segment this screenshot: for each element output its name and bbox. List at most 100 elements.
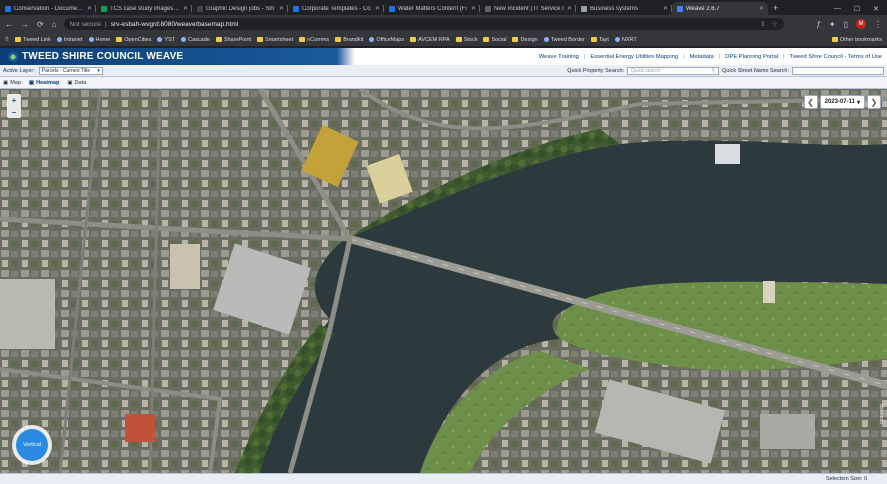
tab-close-icon[interactable]: ✕ xyxy=(759,5,764,12)
other-bookmarks[interactable]: Other bookmarks xyxy=(831,37,882,43)
browser-tab[interactable]: Water Matters Content (Fi ✕ xyxy=(384,2,480,15)
bookmark-favicon-icon xyxy=(157,37,163,42)
bookmark-item[interactable]: Intranet xyxy=(56,37,83,43)
bookmark-item[interactable]: YST xyxy=(157,37,175,43)
tab-close-icon[interactable]: ✕ xyxy=(375,5,380,12)
folder-icon xyxy=(512,37,519,42)
quick-property-label: Quick Property Search: xyxy=(567,67,625,74)
tab-close-icon[interactable]: ✕ xyxy=(183,5,188,12)
bookmark-item[interactable]: Tweed Border xyxy=(543,37,585,43)
profile-avatar[interactable]: M xyxy=(856,19,866,29)
tab-close-icon[interactable]: ✕ xyxy=(663,5,668,12)
close-window-icon[interactable]: ✕ xyxy=(873,5,879,13)
vertical-view-button[interactable]: Vertical xyxy=(12,425,52,465)
tab-favicon-icon xyxy=(677,5,683,12)
url-text[interactable]: srv-esbah-wvgrd:8080/weave/basemap.html xyxy=(111,21,239,28)
view-tab-heatmap[interactable]: ▣ Heatmap xyxy=(29,80,59,86)
bookmark-item[interactable]: Social xyxy=(483,37,506,43)
browser-tab[interactable]: Conservation - Documents ✕ xyxy=(0,2,96,15)
bookmark-item[interactable]: Stock xyxy=(455,37,477,43)
browser-tab[interactable]: Weave 2.6.7 ✕ xyxy=(672,2,768,15)
back-icon[interactable]: ← xyxy=(5,20,13,29)
bookmark-label: nComms xyxy=(307,36,330,43)
bookmark-item[interactable]: Home xyxy=(88,37,110,43)
nav-buttons: ← → ⟳ ⌂ xyxy=(5,20,57,29)
bookmark-label: Cascade xyxy=(188,36,210,43)
bookmark-item[interactable]: OpenCities xyxy=(116,37,151,43)
quick-street-input[interactable] xyxy=(792,66,884,75)
tab-close-icon[interactable]: ✕ xyxy=(87,5,92,12)
tab-favicon-icon xyxy=(581,5,587,12)
bookmark-item[interactable]: Design xyxy=(512,37,538,43)
prev-date-icon[interactable]: ❮ xyxy=(803,95,818,109)
apps-grid-icon[interactable]: ⠿ xyxy=(5,37,9,43)
browser-tab[interactable]: Corporate Templates - Co ✕ xyxy=(288,2,384,15)
tab-close-icon[interactable]: ✕ xyxy=(567,5,572,12)
bookmark-star-icon[interactable]: ☆ xyxy=(772,20,778,28)
security-indicator[interactable]: Not secure xyxy=(70,21,101,28)
date-select[interactable]: 2023-07-11 ▾ xyxy=(819,95,865,109)
search-icon[interactable]: ⚲ xyxy=(711,68,715,74)
map-icon: ▣ xyxy=(3,79,9,86)
bookmark-item[interactable]: AVCEM RPA xyxy=(410,37,450,43)
bookmark-item[interactable]: SharePoint xyxy=(215,36,252,43)
browser-tab[interactable]: Graphic Design jobs - Sm ✕ xyxy=(192,2,288,15)
bookmark-label: SharePoint xyxy=(223,36,252,43)
extension-icon[interactable]: ƒ xyxy=(816,20,820,29)
next-date-icon[interactable]: ❯ xyxy=(867,95,881,109)
top-link[interactable]: Tweed Shire Council - Terms of Use xyxy=(790,54,882,60)
tab-close-icon[interactable]: ✕ xyxy=(471,5,476,12)
bookmark-favicon-icon xyxy=(88,37,94,42)
bookmark-favicon-icon xyxy=(543,37,549,42)
view-tab-map[interactable]: ▣ Map xyxy=(3,80,21,86)
reload-icon[interactable]: ⟳ xyxy=(37,20,44,29)
active-layer-select[interactable]: Parcels - Current Title ▾ xyxy=(38,66,103,75)
aerial-imagery xyxy=(0,89,887,473)
new-tab-button[interactable]: + xyxy=(773,2,778,15)
selection-size: Selection Size: 0 xyxy=(826,476,867,482)
maximize-icon[interactable]: ☐ xyxy=(854,5,860,13)
data-icon: ▣ xyxy=(67,79,73,86)
menu-kebab-icon[interactable]: ⋮ xyxy=(874,20,882,29)
heatmap-icon: ▣ xyxy=(28,79,35,86)
bookmark-label: YST xyxy=(164,36,176,43)
quick-property-input[interactable]: Quick search ⚲ xyxy=(627,66,720,75)
extensions-puzzle-icon[interactable]: ✦ xyxy=(829,20,836,29)
bookmark-label: Social xyxy=(491,36,507,43)
bookmark-item[interactable]: Smartsheet xyxy=(257,37,293,43)
top-link[interactable]: Essential Energy Utilities Mapping xyxy=(590,54,678,60)
omnibox[interactable]: Not secure | srv-esbah-wvgrd:8080/weave/… xyxy=(63,18,784,30)
bookmark-item[interactable]: nComms xyxy=(299,37,329,43)
bookmark-item[interactable]: Tayt xyxy=(590,37,609,43)
share-icon[interactable]: ⇪ xyxy=(760,20,765,28)
browser-tab[interactable]: TCS case study images.sdar ✕ xyxy=(96,2,192,15)
tab-label: Conservation - Documents xyxy=(14,5,84,12)
link-separator: | xyxy=(783,53,785,60)
tab-label: New Incident | IT Service I xyxy=(494,5,564,12)
bookmark-label: Brandkit xyxy=(343,36,364,43)
zoom-in-icon[interactable]: + xyxy=(12,96,17,105)
minimize-icon[interactable]: — xyxy=(834,5,841,12)
home-icon[interactable]: ⌂ xyxy=(52,20,57,29)
bookmark-item[interactable]: OfficeMaps xyxy=(369,37,404,43)
sidebar-icon[interactable]: ▯ xyxy=(844,20,848,29)
top-link[interactable]: Metadata xyxy=(690,54,714,60)
top-link[interactable]: Weave Training xyxy=(539,54,579,60)
browser-tab[interactable]: Business systems ✕ xyxy=(576,2,672,15)
aerial-map[interactable]: + − ❮ 2023-07-11 ▾ ❯ Vertical nearmap xyxy=(0,89,887,473)
view-tab-data[interactable]: ▣ Data xyxy=(67,80,86,86)
status-bar: Selection Size: 0 xyxy=(0,473,887,484)
zoom-out-icon[interactable]: − xyxy=(12,108,17,117)
date-navigator: ❮ 2023-07-11 ▾ ❯ xyxy=(803,95,881,109)
bookmark-item[interactable]: Cascade xyxy=(181,37,210,43)
folder-icon xyxy=(483,37,490,42)
bookmark-item[interactable]: NXRT xyxy=(614,37,637,43)
top-link[interactable]: DPE Planning Portal xyxy=(725,54,778,60)
folder-icon xyxy=(257,37,264,42)
browser-tab[interactable]: New Incident | IT Service I ✕ xyxy=(480,2,576,15)
tab-close-icon[interactable]: ✕ xyxy=(279,5,284,12)
bookmark-item[interactable]: Brandkit xyxy=(335,37,363,43)
bookmark-item[interactable]: Tweed Link xyxy=(15,37,51,43)
council-logo-icon xyxy=(8,51,18,62)
forward-icon[interactable]: → xyxy=(21,20,29,29)
